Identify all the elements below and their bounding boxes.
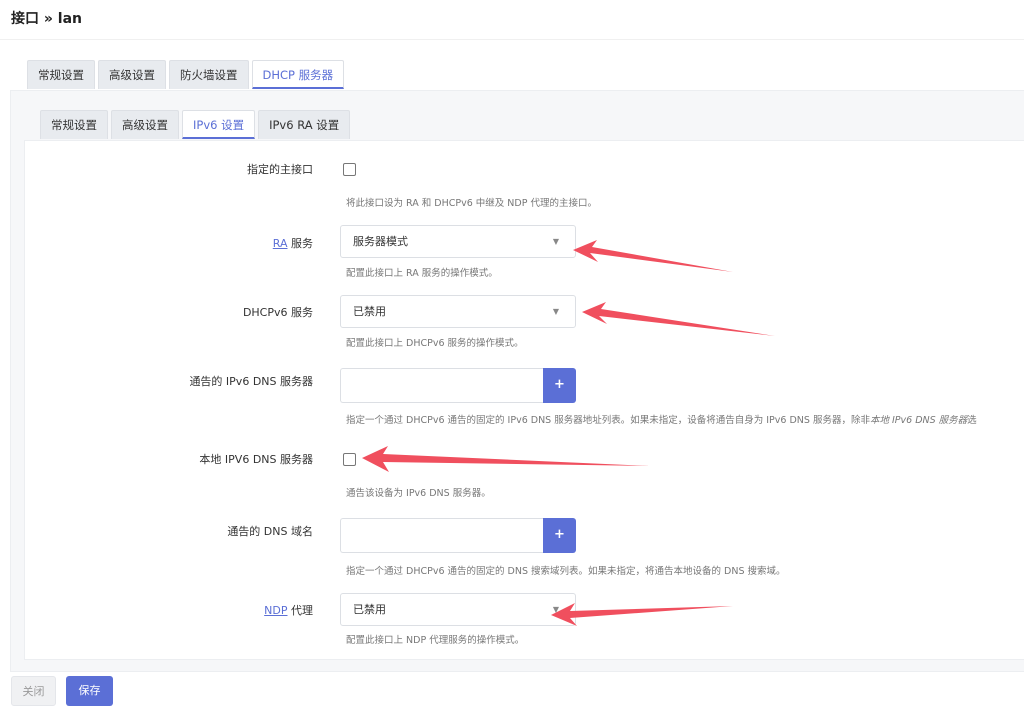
subtab-ipv6-ra[interactable]: IPv6 RA 设置 (258, 110, 351, 139)
close-button[interactable]: 关闭 (11, 676, 56, 706)
dns-servers-label: 通告的 IPv6 DNS 服务器 (189, 375, 313, 388)
dhcpv6-service-select[interactable]: 已禁用 ▼ (340, 295, 576, 328)
ndp-proxy-value: 已禁用 (353, 603, 386, 616)
dns-domains-add-button[interactable]: + (543, 518, 576, 553)
master-interface-checkbox[interactable] (343, 163, 356, 176)
master-interface-label: 指定的主接口 (247, 163, 313, 176)
dhcpv6-service-value: 已禁用 (353, 305, 386, 318)
tab-dhcp-server[interactable]: DHCP 服务器 (251, 60, 345, 89)
dns-servers-desc-em: 本地 IPv6 DNS 服务器 (869, 415, 968, 426)
ndp-proxy-select[interactable]: 已禁用 ▼ (340, 593, 576, 626)
dns-servers-add-button[interactable]: + (543, 368, 576, 403)
tab-advanced[interactable]: 高级设置 (98, 60, 166, 89)
subtab-general[interactable]: 常规设置 (40, 110, 108, 139)
ra-help-link[interactable]: RA (273, 237, 288, 250)
save-button[interactable]: 保存 (66, 676, 113, 706)
dns-domains-description: 指定一个通过 DHCPv6 通告的固定的 DNS 搜索域列表。如果未指定，将通告… (346, 566, 786, 577)
ndp-proxy-label: NDP 代理 (264, 602, 313, 618)
outer-tab-bar: 常规设置 高级设置 防火墙设置 DHCP 服务器 (27, 60, 345, 89)
subtab-advanced[interactable]: 高级设置 (111, 110, 179, 139)
dhcpv6-service-description: 配置此接口上 DHCPv6 服务的操作模式。 (346, 338, 524, 349)
chevron-down-icon: ▼ (552, 605, 559, 614)
page-title: 接口 » lan (11, 11, 83, 27)
master-interface-description: 将此接口设为 RA 和 DHCPv6 中继及 NDP 代理的主接口。 (346, 198, 597, 209)
dns-domains-label: 通告的 DNS 域名 (227, 525, 313, 538)
inner-tab-bar: 常规设置 高级设置 IPv6 设置 IPv6 RA 设置 (40, 110, 351, 139)
tab-general[interactable]: 常规设置 (27, 60, 95, 89)
tab-firewall[interactable]: 防火墙设置 (169, 60, 249, 89)
subtab-ipv6[interactable]: IPv6 设置 (182, 110, 256, 139)
ra-service-select[interactable]: 服务器模式 ▼ (340, 225, 576, 258)
dns-servers-desc-start: 指定一个通过 DHCPv6 通告的固定的 IPv6 DNS 服务器地址列表。如果… (346, 415, 870, 426)
chevron-down-icon: ▼ (552, 237, 559, 246)
dhcpv6-service-label: DHCPv6 服务 (242, 306, 313, 319)
ra-service-value: 服务器模式 (353, 235, 408, 248)
local-dns-checkbox[interactable] (343, 453, 356, 466)
ra-service-label: RA 服务 (273, 235, 313, 251)
ra-service-description: 配置此接口上 RA 服务的操作模式。 (346, 268, 498, 279)
header-bar: 接口 » lan (0, 0, 1024, 40)
chevron-down-icon: ▼ (552, 307, 559, 316)
local-dns-description: 通告该设备为 IPv6 DNS 服务器。 (346, 488, 491, 499)
local-dns-label: 本地 IPV6 DNS 服务器 (199, 453, 313, 466)
dns-servers-input[interactable] (340, 368, 544, 403)
ndp-help-link[interactable]: NDP (264, 604, 287, 617)
dns-servers-desc-end: 选 (967, 415, 977, 426)
dns-domains-input[interactable] (340, 518, 544, 553)
ndp-proxy-description: 配置此接口上 NDP 代理服务的操作模式。 (346, 635, 525, 646)
ndp-label-text: 代理 (287, 604, 313, 617)
ra-label-text: 服务 (287, 237, 313, 250)
dns-servers-description: 指定一个通过 DHCPv6 通告的固定的 IPv6 DNS 服务器地址列表。如果… (346, 412, 977, 426)
